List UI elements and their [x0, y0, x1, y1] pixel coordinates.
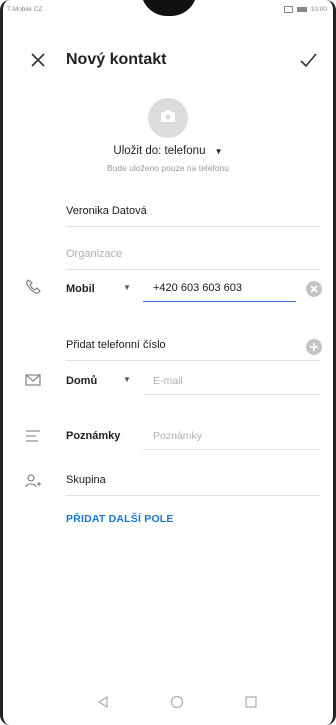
system-nav-bar	[0, 692, 336, 712]
dropdown-icon: ▼	[214, 147, 223, 156]
back-icon[interactable]	[96, 695, 110, 714]
save-location-label: Uložit do: telefonu	[113, 145, 206, 157]
organization-placeholder: Organizace	[66, 248, 123, 260]
phone-type-label[interactable]: Mobil	[66, 283, 95, 295]
phone-icon	[24, 278, 42, 296]
add-photo-button[interactable]	[148, 98, 188, 138]
notes-label: Poznámky	[66, 430, 121, 442]
add-phone-label: Přidat telefonní číslo	[66, 339, 166, 351]
status-right: 10:00	[283, 6, 327, 13]
add-phone-row[interactable]: Přidat telefonní číslo	[66, 334, 320, 361]
add-icon[interactable]	[306, 339, 322, 355]
device-frame-right	[326, 0, 336, 725]
notes-placeholder: Poznámky	[153, 430, 203, 442]
add-more-fields-button[interactable]: PŘIDAT DALŠÍ POLE	[66, 513, 174, 525]
organization-field[interactable]: Organizace	[66, 243, 320, 270]
clock: 10:00	[310, 6, 327, 13]
email-input[interactable]: E-mail	[143, 370, 320, 395]
recents-icon[interactable]	[244, 695, 258, 714]
name-field[interactable]: Veronika Datová	[66, 200, 320, 227]
page-title: Nový kontakt	[66, 51, 167, 68]
name-value: Veronika Datová	[66, 205, 147, 217]
camera-icon	[160, 109, 176, 128]
battery-saver-icon	[283, 6, 293, 13]
phone-value: +420 603 603 603	[153, 282, 243, 294]
close-icon[interactable]	[28, 50, 48, 70]
home-icon[interactable]	[170, 695, 184, 714]
group-field[interactable]: Skupina	[66, 469, 320, 496]
phone-type-dropdown-icon[interactable]: ▼	[123, 283, 131, 292]
clear-icon[interactable]	[306, 281, 322, 297]
email-type-label[interactable]: Domů	[66, 375, 97, 387]
email-placeholder: E-mail	[153, 375, 183, 387]
carrier-label: T-Mobile CZ	[7, 6, 43, 13]
email-icon	[24, 371, 42, 389]
app-header: Nový kontakt	[0, 44, 336, 78]
notes-input[interactable]: Poznámky	[143, 425, 320, 450]
battery-icon	[296, 7, 307, 12]
phone-input[interactable]: +420 603 603 603	[143, 278, 296, 302]
device-frame-left	[0, 0, 10, 725]
group-label: Skupina	[66, 474, 106, 486]
confirm-check-icon[interactable]	[298, 50, 318, 70]
notes-icon	[24, 427, 42, 445]
save-location-selector[interactable]: Uložit do: telefonu ▼	[0, 145, 336, 157]
group-icon	[24, 472, 42, 490]
email-type-dropdown-icon[interactable]: ▼	[123, 375, 131, 384]
save-location-note: Bude uloženo pouze na telefonu	[107, 163, 229, 173]
